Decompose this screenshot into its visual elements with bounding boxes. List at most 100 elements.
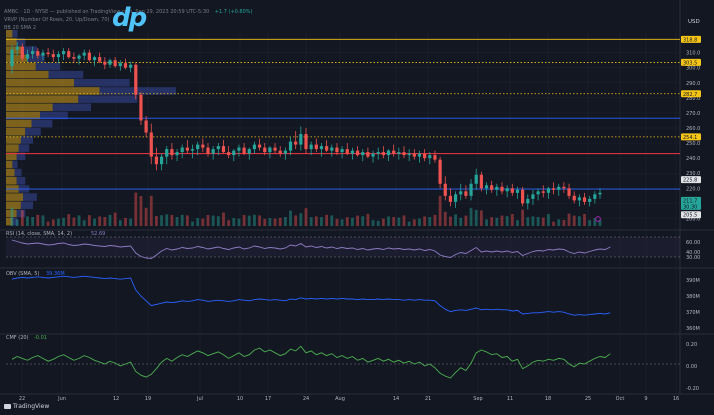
volume-bar: [454, 214, 457, 226]
volume-profile-bar-down: [52, 103, 91, 112]
candle-body: [67, 51, 71, 58]
candle-body: [108, 60, 112, 65]
candle-body: [515, 189, 520, 193]
volume-bar: [103, 217, 107, 226]
candle-body: [469, 183, 473, 196]
volume-bar: [201, 218, 205, 226]
volume-bar: [500, 215, 504, 226]
candle-body: [500, 186, 504, 192]
obv-line: [11, 275, 611, 316]
volume-bar: [459, 217, 463, 226]
volume-profile-bar-up: [6, 128, 26, 136]
candle-body: [304, 134, 308, 150]
candle-body: [294, 141, 298, 145]
candle-body: [557, 186, 561, 190]
volume-bar: [175, 217, 179, 226]
volume-profile-bar-up: [6, 136, 21, 144]
volume-bar: [516, 220, 519, 226]
volume-bar: [294, 215, 298, 226]
candle-body: [149, 132, 153, 157]
candle-body: [175, 152, 179, 156]
candle-body: [345, 149, 349, 154]
x-tick-label: Oct: [616, 396, 625, 402]
volume-bar: [206, 215, 210, 226]
rsi-value: 52.69: [91, 231, 105, 237]
volume-bar: [129, 218, 133, 226]
price-change: +1.7 (+0.80%): [214, 9, 253, 15]
volume-bar: [278, 217, 282, 226]
rsi-tick-label: 60.00: [686, 240, 700, 246]
volume-bar: [283, 217, 287, 226]
volume-bar: [77, 215, 81, 226]
candle-body: [129, 64, 133, 68]
volume-bar: [309, 217, 313, 226]
volume-bar: [407, 221, 411, 226]
volume-bar: [531, 216, 535, 226]
volume-bar: [418, 218, 421, 226]
currency-label[interactable]: USD: [688, 19, 700, 25]
volume-bar: [247, 215, 251, 226]
price-label-text: 225.8: [683, 178, 697, 184]
volume-profile-bar-down: [12, 30, 18, 38]
candle-body: [299, 134, 303, 145]
volume-bar: [412, 219, 416, 226]
volume-profile-bar-up: [6, 201, 21, 210]
candle-body: [438, 159, 442, 184]
price-label-text: 205.5: [683, 213, 697, 219]
volume-bar: [495, 217, 499, 226]
volume-bar: [299, 213, 303, 226]
candle-body: [237, 147, 241, 151]
candle-body: [402, 152, 406, 156]
x-tick-label: 21: [425, 396, 431, 402]
volume-bar: [567, 213, 571, 226]
candle-body: [103, 61, 107, 65]
candle-body: [190, 149, 195, 151]
price-tick-label: 310.0: [686, 51, 700, 57]
volume-bar: [438, 195, 442, 226]
candle-body: [123, 63, 128, 68]
symbol-info: AMBC · 1D · NYSE — published on TradingV…: [4, 9, 210, 15]
candle-body: [51, 54, 55, 58]
volume-bar: [124, 218, 127, 226]
price-tick-label: 250.0: [686, 141, 700, 147]
candle-body: [113, 60, 117, 67]
volume-bar: [588, 220, 592, 226]
volume-bar: [583, 214, 586, 226]
volume-bar: [335, 218, 339, 226]
candle-body: [325, 146, 329, 151]
candle-body: [247, 149, 251, 154]
volume-bar: [26, 216, 29, 226]
volume-profile-bar-down: [16, 177, 26, 185]
candle-body: [82, 52, 86, 56]
volume-bar: [387, 216, 390, 226]
volume-bar: [170, 215, 174, 226]
candle-body: [428, 155, 432, 159]
volume-bar: [149, 195, 153, 226]
candle-body: [526, 198, 530, 204]
candle-body: [15, 46, 19, 50]
candle-body: [165, 149, 169, 157]
obv-tick-label: 370M: [686, 310, 700, 316]
volume-bar: [469, 207, 473, 226]
volume-bar: [273, 218, 277, 226]
candle-body: [144, 120, 148, 133]
volume-profile-bar-up: [6, 54, 28, 63]
candle-body: [536, 191, 540, 195]
candle-body: [593, 194, 597, 199]
price-tick-label: 220.0: [686, 186, 700, 192]
volume-bar: [211, 215, 215, 226]
candle-body: [309, 144, 313, 150]
volume-bar: [526, 217, 530, 226]
volume-profile-bar-up: [6, 79, 74, 87]
candle-body: [221, 146, 226, 153]
chart-svg[interactable]: 22 Jun 12 19 Jul 10 17 24 Aug 14 21 Sep 11 18 25 Oct 9 16…: [0, 0, 714, 415]
tradingview-brand[interactable]: TradingView: [4, 403, 49, 410]
candle-body: [46, 52, 50, 55]
price-label-text: 318.8: [683, 37, 697, 43]
volume-profile-bar-down: [31, 119, 53, 128]
candle-body: [505, 188, 509, 192]
volume-bar: [330, 215, 334, 226]
candle-body: [257, 144, 262, 148]
volume-bar: [160, 215, 163, 226]
volume-bar: [577, 216, 581, 226]
